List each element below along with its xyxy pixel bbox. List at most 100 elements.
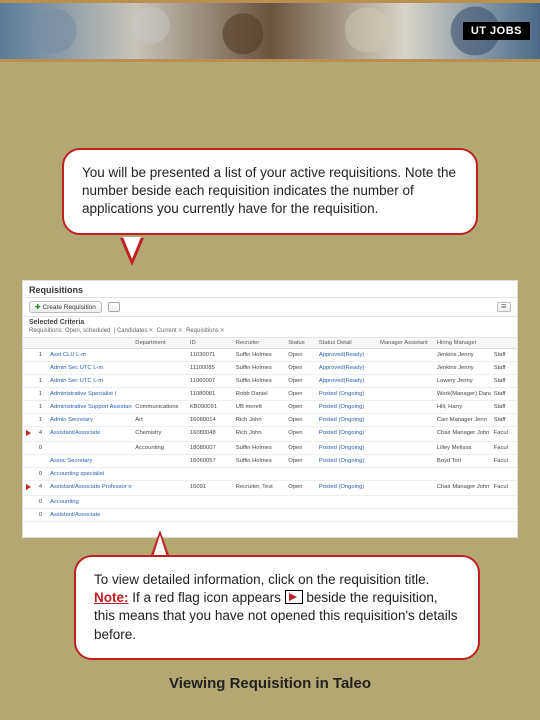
- cell: Boyd Tori: [434, 455, 491, 468]
- table-row: 1Admin Sec UTC L-m11060007Suffin HolmesO…: [23, 375, 517, 388]
- cell: [132, 468, 187, 481]
- create-requisition-button[interactable]: ✚ Create Requisition: [29, 301, 102, 313]
- cell: Lowery Jenny: [434, 375, 491, 388]
- column-header[interactable]: [34, 338, 47, 349]
- cell: [23, 401, 34, 414]
- cell: [233, 509, 285, 522]
- flag-icon: [285, 590, 303, 604]
- cell: 1: [34, 349, 47, 362]
- cell: Rich John: [233, 427, 285, 442]
- cell: Art: [132, 414, 187, 427]
- cell: Approved(Ready): [316, 375, 377, 388]
- cell: Posted (Ongoing): [316, 442, 377, 455]
- flag-icon: [26, 430, 31, 436]
- cell: [491, 509, 517, 522]
- column-header[interactable]: Department: [132, 338, 187, 349]
- cell: Suffin Holmes: [233, 455, 285, 468]
- cell: [377, 442, 434, 455]
- column-header[interactable]: [491, 338, 517, 349]
- column-header[interactable]: Status: [285, 338, 316, 349]
- requisition-title-link[interactable]: Accounting specialist: [47, 468, 132, 481]
- table-row: 0Assistant/Associate: [23, 509, 517, 522]
- cell: Chair Manager John: [434, 481, 491, 496]
- cell: 16060057: [187, 455, 233, 468]
- requisition-title-link[interactable]: Administrative Specialist I: [47, 388, 132, 401]
- column-header[interactable]: Manager Assistant: [377, 338, 434, 349]
- panel-title: Requisitions: [23, 281, 517, 298]
- table-row: 1Admin SecretaryArt16080014Rich JohnOpen…: [23, 414, 517, 427]
- callout-top-text: You will be presented a list of your act…: [82, 165, 456, 216]
- cell: [23, 509, 34, 522]
- cell: [23, 468, 34, 481]
- cell: [377, 509, 434, 522]
- cell: Staff: [491, 401, 517, 414]
- requisition-title-link[interactable]: [47, 442, 132, 455]
- requisition-title-link[interactable]: Admin Sec UTC L-m: [47, 375, 132, 388]
- flag-icon: [26, 484, 31, 490]
- requisition-title-link[interactable]: Assistant/Associate: [47, 427, 132, 442]
- column-header[interactable]: [47, 338, 132, 349]
- cell: [34, 362, 47, 375]
- requisition-title-link[interactable]: Accounting: [47, 496, 132, 509]
- cell: Staff: [491, 362, 517, 375]
- cell: Staff: [491, 349, 517, 362]
- requisition-title-link[interactable]: Assoc Secretary: [47, 455, 132, 468]
- cell: Jenkins Jenny: [434, 349, 491, 362]
- cell: [285, 509, 316, 522]
- cell: [132, 509, 187, 522]
- cell: Staff: [491, 375, 517, 388]
- requisition-title-link[interactable]: Assistant/Associate Professor of Account…: [47, 481, 132, 496]
- criteria-chip[interactable]: | Candidates✕: [112, 328, 153, 334]
- cell: [285, 468, 316, 481]
- requisition-title-link[interactable]: Administrative Support Assistant III: [47, 401, 132, 414]
- callout-bottom-mid: If a red flag icon appears: [129, 590, 285, 605]
- cell: [23, 481, 34, 496]
- requisition-title-link[interactable]: Asst CLU L-m: [47, 349, 132, 362]
- column-header[interactable]: ID: [187, 338, 233, 349]
- taleo-screenshot: Requisitions ✚ Create Requisition Select…: [22, 280, 518, 538]
- table-row: 1Asst CLU L-m11030071Suffin HolmesOpenAp…: [23, 349, 517, 362]
- column-header[interactable]: [23, 338, 34, 349]
- cell: [434, 496, 491, 509]
- cell: 1: [34, 388, 47, 401]
- callout-bottom-tail: [150, 530, 170, 558]
- cell: [23, 414, 34, 427]
- table-row: 0Accounting18080007Suffin HolmesOpenPost…: [23, 442, 517, 455]
- cell: Facul: [491, 442, 517, 455]
- print-icon[interactable]: [108, 302, 120, 312]
- column-header[interactable]: Status Detail: [316, 338, 377, 349]
- cell: Posted (Ongoing): [316, 414, 377, 427]
- create-label: Create Requisition: [42, 304, 95, 311]
- selected-criteria-title: Selected Criteria: [23, 317, 517, 327]
- criteria-chip[interactable]: Current✕: [155, 328, 183, 334]
- cell: [23, 362, 34, 375]
- cell: [233, 468, 285, 481]
- cell: 1: [34, 414, 47, 427]
- cell: [233, 496, 285, 509]
- cell: [377, 455, 434, 468]
- requisition-title-link[interactable]: Admin Sec UTC L-m: [47, 362, 132, 375]
- cell: Open: [285, 481, 316, 496]
- menu-icon[interactable]: [497, 302, 511, 312]
- column-header[interactable]: Recruiter: [233, 338, 285, 349]
- cell: Accounting: [132, 442, 187, 455]
- table-row: Admin Sec UTC L-m11100085Suffin HolmesOp…: [23, 362, 517, 375]
- cell: [187, 496, 233, 509]
- callout-top-tail: [120, 238, 144, 266]
- cell: [491, 496, 517, 509]
- criteria-chip[interactable]: Requisitions✕: [184, 328, 224, 334]
- cell: Open: [285, 388, 316, 401]
- column-header[interactable]: Hiring Manager: [434, 338, 491, 349]
- cell: Approved(Ready): [316, 349, 377, 362]
- cell: 0: [34, 442, 47, 455]
- cell: 11100085: [187, 362, 233, 375]
- cell: 0: [34, 496, 47, 509]
- requisition-title-link[interactable]: Assistant/Associate: [47, 509, 132, 522]
- cell: [316, 509, 377, 522]
- cell: KB090091: [187, 401, 233, 414]
- cell: 11060007: [187, 375, 233, 388]
- cell: [187, 468, 233, 481]
- table-row: 1Administrative Support Assistant IIICom…: [23, 401, 517, 414]
- cell: [132, 388, 187, 401]
- requisition-title-link[interactable]: Admin Secretary: [47, 414, 132, 427]
